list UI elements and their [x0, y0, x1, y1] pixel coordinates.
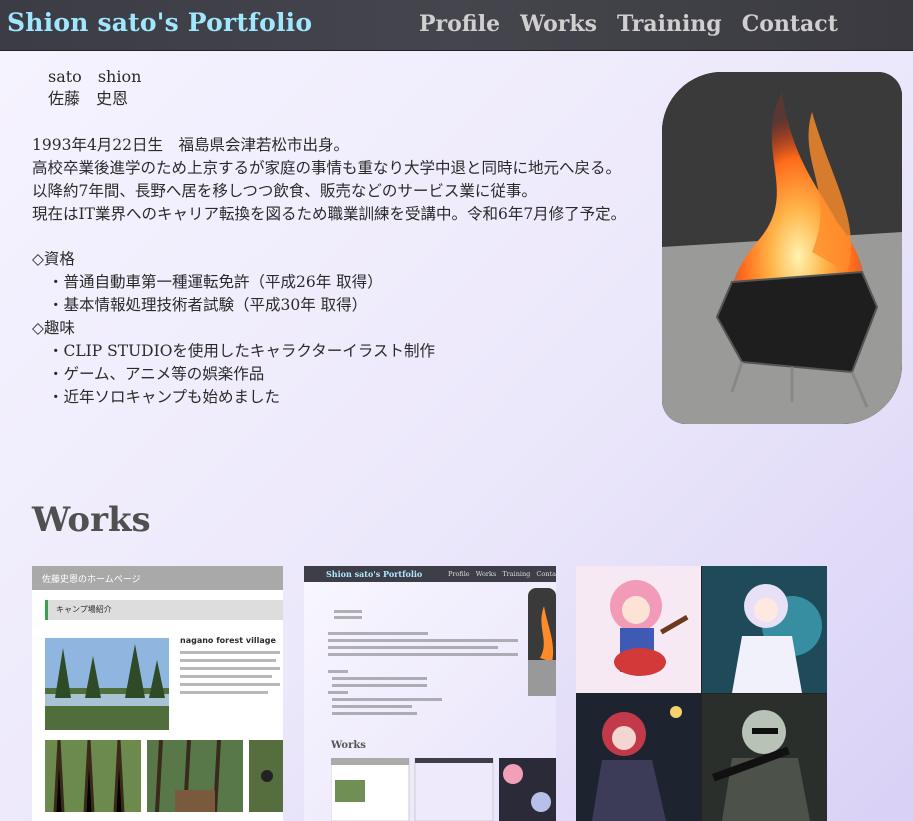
- text-line: [328, 639, 518, 642]
- thumb-section-heading: キャンプ場紹介: [45, 600, 283, 620]
- works-heading: Works: [32, 500, 151, 540]
- text-line: [328, 691, 348, 694]
- forest-lake-photo: [45, 638, 169, 730]
- hobby-item: ・CLIP STUDIOを使用したキャラクターイラスト制作: [48, 342, 435, 360]
- thumb-header-bar: Shion sato's Portfolio Profile Works Tra…: [304, 566, 556, 582]
- nav-contact[interactable]: Contact: [742, 10, 838, 38]
- thumb-site-title: Shion sato's Portfolio: [326, 569, 423, 579]
- name-kanji: 佐藤 史恩: [48, 89, 129, 108]
- campfire-photo: [662, 72, 902, 424]
- bio-line: 1993年4月22日生 福島県会津若松市出身。: [32, 136, 350, 154]
- text-line: [332, 677, 427, 680]
- hobbies-heading: ◇趣味: [32, 319, 75, 337]
- text-line: [328, 653, 518, 656]
- text-line: [328, 632, 428, 635]
- thumb-nav: Profile Works Training Contact: [448, 570, 556, 578]
- bio-line: 高校卒業後進学のため上京するが家庭の事情も重なり大学中退と同時に地元へ戻る。: [32, 159, 622, 177]
- campfire-mini-photo: [528, 588, 556, 696]
- illustration-gunner: [702, 694, 827, 821]
- hobby-item: ・近年ソロキャンプも始めました: [48, 388, 281, 406]
- nav-works[interactable]: Works: [520, 10, 597, 38]
- text-line: [180, 691, 268, 694]
- text-line: [180, 651, 280, 654]
- qualification-item: ・基本情報処理技術者試験（平成30年 取得）: [48, 296, 368, 314]
- thumb-heading: nagano forest village: [180, 636, 276, 645]
- text-line: [334, 616, 362, 619]
- profile-name: sato shion 佐藤 史恩: [48, 66, 141, 110]
- work-thumbnail-portfolio[interactable]: Shion sato's Portfolio Profile Works Tra…: [304, 566, 556, 821]
- text-line: [332, 705, 412, 708]
- illustration-grid: [576, 566, 827, 821]
- text-line: [180, 683, 280, 686]
- nav-training[interactable]: Training: [617, 10, 722, 38]
- work-thumbnail-illustrations[interactable]: [576, 566, 827, 821]
- illustration-guitar-girl: [576, 566, 701, 693]
- illustration-magic-girl: [702, 566, 827, 693]
- forest-photos-row: [45, 740, 283, 812]
- text-line: [328, 646, 498, 649]
- text-line: [180, 667, 280, 670]
- qualification-item: ・普通自動車第一種運転免許（平成26年 取得）: [48, 273, 383, 291]
- site-title[interactable]: Shion sato's Portfolio: [7, 8, 312, 37]
- qualifications-heading: ◇資格: [32, 250, 75, 268]
- illustration-dark-girl: [576, 694, 701, 821]
- thumb-works-heading: Works: [331, 740, 366, 751]
- thumb-text-block: nagano forest village: [180, 636, 283, 699]
- text-line: [332, 712, 417, 715]
- text-line: [332, 684, 427, 687]
- campfire-illustration: [662, 72, 902, 424]
- profile-details: ◇資格 ・普通自動車第一種運転免許（平成26年 取得） ・基本情報処理技術者試験…: [32, 248, 435, 409]
- name-romaji: sato shion: [48, 67, 142, 86]
- text-line: [334, 610, 362, 613]
- work-thumbnail-homepage[interactable]: 佐藤史恩のホームページ キャンプ場紹介 nagano forest villag…: [32, 566, 283, 821]
- text-line: [332, 698, 442, 701]
- thumb-body: Works: [304, 582, 556, 821]
- thumb-works-row: [331, 758, 556, 821]
- nav-profile[interactable]: Profile: [419, 10, 500, 38]
- text-line: [180, 675, 272, 678]
- bio-line: 以降約7年間、長野へ居を移しつつ飲食、販売などのサービス業に従事。: [32, 182, 537, 200]
- thumb-header-bar: 佐藤史恩のホームページ: [32, 566, 283, 590]
- site-header: Shion sato's Portfolio Profile Works Tra…: [0, 0, 913, 51]
- main-nav: Profile Works Training Contact: [419, 10, 858, 38]
- text-line: [328, 670, 348, 673]
- profile-bio: 1993年4月22日生 福島県会津若松市出身。 高校卒業後進学のため上京するが家…: [32, 134, 626, 226]
- text-line: [180, 659, 276, 662]
- bio-line: 現在はIT業界へのキャリア転換を図るため職業訓練を受講中。令和6年7月修了予定。: [32, 205, 627, 223]
- hobby-item: ・ゲーム、アニメ等の娯楽作品: [48, 365, 265, 383]
